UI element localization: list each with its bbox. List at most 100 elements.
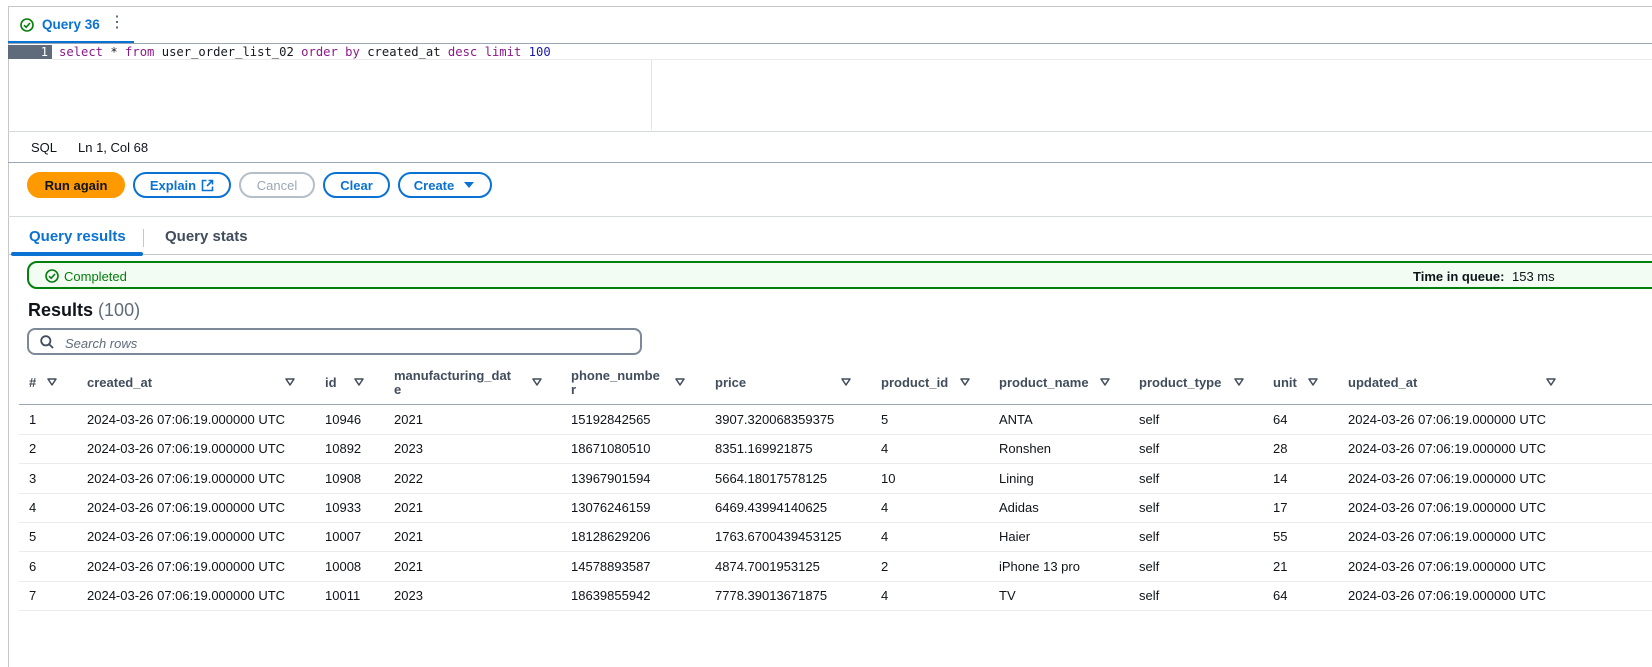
sort-icon[interactable] [1546,377,1556,387]
search-rows-field[interactable] [27,328,642,355]
sql-editor[interactable]: 1 select * from user_order_list_02 order… [8,44,1652,132]
active-tab-indicator [11,252,143,256]
table-cell: self [1139,412,1160,427]
sort-icon[interactable] [1100,377,1110,387]
sort-icon[interactable] [47,377,57,387]
table-cell: 2 [881,558,889,574]
table-cell: 2022 [394,470,423,486]
table-cell: self [1139,470,1160,486]
table-cell: 10908 [325,470,362,486]
table-cell: 2024-03-26 07:06:19.000000 UTC [1348,470,1547,486]
tab-query-36[interactable]: Query 36 ⋮ [8,6,134,43]
run-again-button[interactable]: Run again [27,172,125,198]
tab-label: Query 36 [42,17,100,32]
code-line[interactable]: select * from user_order_list_02 order b… [59,45,551,59]
table-cell: 2024-03-26 07:06:19.000000 UTC [1348,558,1547,574]
table-cell: 18128629206 [571,529,651,545]
table-row[interactable]: 6 2024-03-26 07:06:19.000000 UTC 10008 2021… [19,552,1652,582]
table-cell: 4 [29,499,37,515]
table-cell: 18671080510 [571,441,651,457]
sort-icon[interactable] [841,377,851,387]
column-header-label: manufacturing_dat e [394,368,512,397]
column-header-label: product_id [881,375,949,390]
sort-icon[interactable] [960,377,970,387]
table-cell: 4 [881,587,889,603]
tab-query-stats[interactable]: Query stats [165,228,248,245]
table-cell: 28 [1273,441,1288,457]
table-cell: 7778.39013671875 [715,587,828,603]
table-cell: 2023 [394,441,423,457]
keyword-order-by: order by [301,45,360,59]
column-header-label: updated_at [1348,375,1418,390]
table-cell: 8351.169921875 [715,441,813,457]
table-cell: 2021 [394,499,423,515]
divider [8,254,1652,255]
table-cell: 18639855942 [571,587,651,603]
table-cell: ANTA [999,412,1033,427]
table-cell: 2024-03-26 07:06:19.000000 UTC [87,470,286,486]
status-text: Completed [64,269,127,284]
divider [8,216,1652,217]
table-cell: 15192842565 [571,412,651,427]
sort-icon[interactable] [675,377,685,387]
sort-icon[interactable] [285,377,295,387]
cancel-button[interactable]: Cancel [239,172,315,198]
table-cell: 6 [29,558,37,574]
table-cell: 13967901594 [571,470,651,486]
table-cell: 4 [881,529,889,545]
table-cell: 6469.43994140625 [715,499,828,515]
table-cell: self [1139,441,1160,457]
table-cell: TV [999,587,1016,603]
table-row[interactable]: 4 2024-03-26 07:06:19.000000 UTC 10933 2021… [19,493,1652,523]
table-cell: 2024-03-26 07:06:19.000000 UTC [87,529,286,545]
table-cell: 14 [1273,470,1288,486]
cursor-position: Ln 1, Col 68 [78,140,149,155]
table-cell: 3907.320068359375 [715,412,835,427]
table-cell: 4 [881,499,889,515]
column-header-label: # [29,375,37,390]
keyword-desc: desc [447,45,478,59]
table-cell: 2021 [394,529,423,545]
editor-status-bar: SQL Ln 1, Col 68 [8,132,1652,163]
table-cell: 10011 [325,587,361,603]
column-header-label: unit [1273,375,1297,390]
table-cell: 2021 [394,412,423,427]
table-row[interactable]: 5 2024-03-26 07:06:19.000000 UTC 10007 2021… [19,522,1652,553]
table-cell: Ronshen [999,441,1052,457]
table-row[interactable]: 1 2024-03-26 07:06:19.000000 UTC 10946 2021… [19,405,1652,435]
token-star: * [103,45,126,59]
sort-icon[interactable] [1234,377,1244,387]
table-row[interactable]: 7 2024-03-26 07:06:19.000000 UTC 10011 2023… [19,581,1652,611]
column-header-label: price [715,375,747,390]
search-input[interactable] [63,333,627,353]
table-cell: 2024-03-26 07:06:19.000000 UTC [87,558,286,574]
language-label: SQL [31,140,58,155]
table-cell: 10933 [325,499,362,515]
sort-icon[interactable] [1308,377,1318,387]
create-dropdown-button[interactable]: Create [398,172,492,198]
token-column: created_at [359,45,448,59]
table-cell: 7 [29,587,37,603]
more-options-icon[interactable]: ⋮ [109,15,125,31]
table-cell: self [1139,587,1160,603]
table-row[interactable]: 3 2024-03-26 07:06:19.000000 UTC 10908 2022… [19,464,1652,494]
tab-query-results[interactable]: Query results [29,228,126,245]
sort-icon[interactable] [354,377,364,387]
table-cell: 2023 [394,587,423,603]
search-icon [40,335,54,349]
table-cell: 2024-03-26 07:06:19.000000 UTC [87,441,286,457]
sort-icon[interactable] [532,377,542,387]
table-cell: 5 [881,412,889,427]
column-header-label: phone_numbe r [571,368,660,397]
table-cell: 1763.6700439453125 [715,529,842,545]
clear-button[interactable]: Clear [323,172,390,198]
keyword-select: select [59,45,104,59]
results-count: (100) [98,300,141,320]
table-cell: self [1139,499,1160,515]
token-limit-value: 100 [528,45,551,59]
explain-button[interactable]: Explain [133,172,231,198]
results-heading: Results (100) [28,300,141,320]
table-row[interactable]: 2 2024-03-26 07:06:19.000000 UTC 10892 2023… [19,434,1652,465]
table-cell: 2021 [394,558,423,574]
divider [52,59,1652,60]
